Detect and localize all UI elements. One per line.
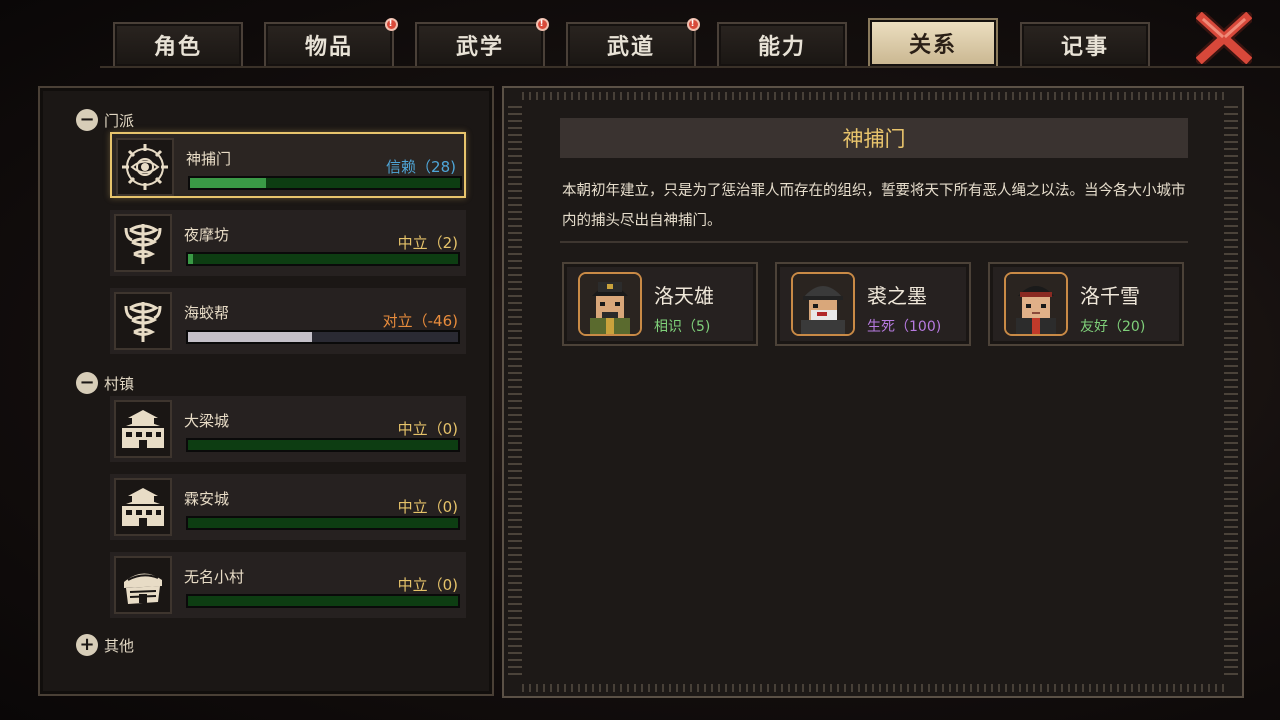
expand-icon: + (76, 634, 98, 656)
city-gate-icon (114, 478, 172, 536)
fret-border-left (508, 106, 522, 680)
faction-list-panel: − 门派 神捕门 信赖（28) 夜摩坊 中立（2) 海蛟帮 对立（-46) − … (38, 86, 494, 696)
character-portrait-icon (578, 272, 642, 336)
eye-emblem-icon (116, 138, 174, 196)
fret-border-bottom (522, 684, 1228, 692)
faction-status: 信赖（28) (386, 158, 456, 176)
city-gate-icon (114, 400, 172, 458)
tab-bar-divider (100, 66, 1280, 68)
member-relation: 相识（5) (654, 319, 711, 335)
tab-label: 角色 (153, 35, 202, 60)
faction-status: 对立（-46) (382, 312, 458, 330)
faction-row[interactable]: 海蛟帮 对立（-46) (110, 288, 466, 354)
member-card[interactable]: 裘之墨 生死（100) (775, 262, 971, 346)
serpent-staff-emblem-icon (114, 292, 172, 350)
group-label: 村镇 (104, 374, 135, 393)
faction-status: 中立（2) (397, 234, 458, 252)
serpent-staff-emblem-icon (114, 214, 172, 272)
tab-label: 关系 (908, 33, 957, 58)
faction-description: 本朝初年建立，只是为了惩治罪人而存在的组织，誓要将天下所有恶人绳之以法。当今各大… (562, 183, 1186, 229)
tab-label: 能力 (757, 35, 806, 60)
tab-label: 武学 (455, 35, 504, 60)
faction-status: 中立（0) (397, 576, 458, 594)
tab-journal[interactable]: 记事 (1020, 22, 1150, 66)
faction-title: 神捕门 (560, 118, 1188, 158)
tab-character[interactable]: 角色 (113, 22, 243, 66)
close-button[interactable] (1192, 8, 1256, 68)
faction-status: 中立（0) (397, 420, 458, 438)
collapse-icon: − (76, 109, 98, 131)
character-portrait-icon (1004, 272, 1068, 336)
character-portrait-icon (791, 272, 855, 336)
fret-border-right (1224, 106, 1238, 680)
reputation-bar (186, 438, 460, 452)
tab-abilities[interactable]: 能力 (717, 22, 847, 66)
faction-row[interactable]: 大梁城 中立（0) (110, 396, 466, 462)
alert-badge-icon: ! (385, 18, 398, 31)
member-name: 裘之墨 (867, 284, 927, 308)
village-hut-icon (114, 556, 172, 614)
member-card[interactable]: 洛千雪 友好（20) (988, 262, 1184, 346)
member-name: 洛天雄 (654, 284, 714, 308)
faction-name: 霖安城 (184, 490, 230, 508)
collapse-icon: − (76, 372, 98, 394)
member-name: 洛千雪 (1080, 284, 1140, 308)
faction-row[interactable]: 霖安城 中立（0) (110, 474, 466, 540)
member-relation: 生死（100) (867, 319, 942, 335)
faction-status: 中立（0) (397, 498, 458, 516)
faction-row[interactable]: 神捕门 信赖（28) (110, 132, 466, 198)
reputation-bar (186, 594, 460, 608)
divider (560, 241, 1188, 243)
faction-name: 夜摩坊 (184, 226, 230, 244)
tab-martial-way[interactable]: 武道 ! (566, 18, 700, 66)
tab-martial-arts[interactable]: 武学 ! (415, 18, 549, 66)
reputation-fill (188, 254, 194, 264)
member-card[interactable]: 洛天雄 相识（5) (562, 262, 758, 346)
reputation-bar (186, 330, 460, 344)
reputation-fill (188, 332, 313, 342)
tab-label: 物品 (304, 35, 353, 60)
tab-relations[interactable]: 关系 (868, 18, 998, 66)
group-header-town[interactable]: − 村镇 (76, 372, 134, 394)
group-label: 门派 (104, 111, 135, 130)
member-relation: 友好（20) (1080, 319, 1146, 335)
alert-badge-icon: ! (536, 18, 549, 31)
top-tab-bar: 角色 物品 ! 武学 ! 武道 ! 能力 关系 记事 (0, 0, 1280, 70)
faction-name: 大梁城 (184, 412, 230, 430)
fret-border-top (522, 92, 1228, 100)
tab-items[interactable]: 物品 ! (264, 18, 398, 66)
tab-label: 武道 (606, 35, 655, 60)
reputation-bar (186, 516, 460, 530)
faction-row[interactable]: 夜摩坊 中立（2) (110, 210, 466, 276)
tab-label: 记事 (1060, 35, 1109, 60)
reputation-fill (190, 178, 266, 188)
reputation-bar (186, 252, 460, 266)
faction-row[interactable]: 无名小村 中立（0) (110, 552, 466, 618)
faction-name: 神捕门 (186, 150, 232, 168)
alert-badge-icon: ! (687, 18, 700, 31)
group-label: 其他 (104, 636, 135, 655)
group-header-sect[interactable]: − 门派 (76, 109, 134, 131)
faction-detail-panel: 神捕门 本朝初年建立，只是为了惩治罪人而存在的组织，誓要将天下所有恶人绳之以法。… (502, 86, 1244, 698)
faction-name: 无名小村 (184, 568, 245, 586)
group-header-other[interactable]: + 其他 (76, 634, 134, 656)
close-icon (1192, 8, 1256, 68)
reputation-bar (188, 176, 462, 190)
faction-name: 海蛟帮 (184, 304, 230, 322)
